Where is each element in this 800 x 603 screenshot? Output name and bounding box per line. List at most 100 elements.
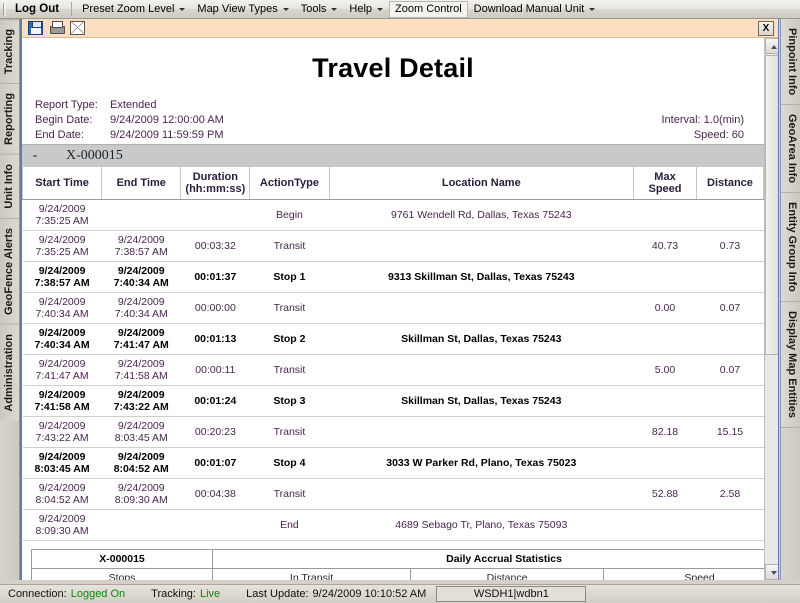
chevron-down-icon[interactable] bbox=[179, 7, 186, 11]
menu-item-tools[interactable]: Tools bbox=[295, 1, 344, 18]
column-header-distance[interactable]: Distance bbox=[695, 167, 764, 200]
menu-item-map-view-types[interactable]: Map View Types bbox=[191, 1, 294, 18]
menu-item-zoom-control[interactable]: Zoom Control bbox=[389, 0, 468, 18]
table-row[interactable]: 9/24/2009 8:04:52 AM 9/24/2009 8:09:30 AM 00… bbox=[22, 478, 764, 510]
table-body: 9/24/2009 7:35:25 AM Begin 9761 Wendell Rd,… bbox=[22, 199, 764, 541]
tab-label: GeoFence Alerts bbox=[3, 227, 15, 315]
app-frame: Tracking Reporting Unit Info GeoFence Alert… bbox=[0, 19, 800, 603]
table-row[interactable]: 9/24/2009 7:35:25 AM 9/24/2009 7:38:57 AM 00… bbox=[22, 230, 764, 262]
tracking-label: Tracking: bbox=[151, 588, 196, 600]
session-indicator: WSDH1|wdbn1 bbox=[436, 586, 587, 602]
sidebar-tab-pinpoint-info[interactable]: Pinpoint Info bbox=[781, 19, 800, 106]
table-row[interactable]: 9/24/2009 8:03:45 AM 9/24/2009 8:04:52 AM 00… bbox=[22, 447, 764, 479]
table-row[interactable]: 9/24/2009 7:43:22 AM 9/24/2009 8:03:45 AM 00… bbox=[22, 416, 764, 448]
cell-action-type: Begin bbox=[249, 199, 330, 231]
column-header-start-time[interactable]: Start Time bbox=[22, 167, 103, 200]
tab-label: Unit Info bbox=[3, 164, 15, 209]
cell-end-time: 9/24/2009 7:40:34 AM bbox=[101, 292, 181, 324]
table-row[interactable]: 9/24/2009 7:40:34 AM 9/24/2009 7:40:34 AM 00… bbox=[22, 292, 764, 324]
table-row[interactable]: 9/24/2009 7:35:25 AM Begin 9761 Wendell Rd,… bbox=[22, 199, 764, 231]
chevron-down-icon[interactable] bbox=[331, 7, 338, 11]
tab-label: Reporting bbox=[3, 93, 15, 146]
table-row[interactable]: 9/24/2009 7:41:58 AM 9/24/2009 7:43:22 AM 00… bbox=[22, 385, 764, 417]
cell-start-time: 9/24/2009 7:40:34 AM bbox=[22, 292, 102, 324]
scrollbar-thumb[interactable] bbox=[765, 55, 778, 355]
cell-duration: 00:00:11 bbox=[180, 354, 250, 386]
left-module-tabs: Tracking Reporting Unit Info GeoFence Alert… bbox=[0, 19, 20, 580]
cell-end-time: 9/24/2009 8:04:52 AM bbox=[101, 447, 181, 479]
scroll-down-icon[interactable] bbox=[765, 564, 778, 580]
log-out-button[interactable]: Log Out bbox=[9, 1, 67, 18]
sidebar-tab-entity-group-info[interactable]: Entity Group Info bbox=[781, 193, 800, 303]
sidebar-tab-geofence-alerts[interactable]: GeoFence Alerts bbox=[0, 217, 19, 324]
sidebar-tab-display-map-entities[interactable]: Display Map Entities bbox=[781, 302, 800, 429]
cell-distance bbox=[696, 261, 764, 293]
cell-duration: 00:00:00 bbox=[180, 292, 250, 324]
menu-item-label: Preset Zoom Level bbox=[82, 3, 175, 15]
meta-key: Begin Date: bbox=[35, 114, 93, 126]
meta-row: End Date: 9/24/2009 11:59:59 PM bbox=[35, 128, 224, 143]
sidebar-tab-reporting[interactable]: Reporting bbox=[0, 83, 19, 155]
cell-distance bbox=[696, 447, 764, 479]
stats-body: X-000015 Daily Accrual Statistics Stops In … bbox=[30, 549, 764, 580]
cell-location-name bbox=[329, 354, 634, 386]
cell-distance: 2.58 bbox=[696, 478, 764, 510]
status-bar: Connection: Logged On Tracking: Live Las… bbox=[0, 584, 800, 603]
menu-item-download-manual-unit[interactable]: Download Manual Unit bbox=[468, 1, 602, 18]
chevron-down-icon[interactable] bbox=[589, 7, 596, 11]
menu-item-preset-zoom-level[interactable]: Preset Zoom Level bbox=[76, 1, 191, 18]
column-header-max[interactable]: Max Speed bbox=[633, 167, 697, 200]
main-menubar: Log Out Preset Zoom Level Map View Types T… bbox=[0, 0, 800, 19]
cell-end-time bbox=[101, 509, 181, 541]
table-row[interactable]: 9/24/2009 7:40:34 AM 9/24/2009 7:41:47 AM 00… bbox=[22, 323, 764, 355]
sidebar-tab-administration[interactable]: Administration bbox=[0, 323, 19, 421]
table-row[interactable]: 9/24/2009 8:09:30 AM End 4689 Sebago Tr, Pl… bbox=[22, 509, 764, 541]
print-icon[interactable] bbox=[49, 21, 65, 35]
tab-label: Pinpoint Info bbox=[786, 28, 798, 96]
column-header-end-time[interactable]: End Time bbox=[101, 167, 182, 200]
meta-right-line: Interval: 1.0(min) bbox=[661, 114, 744, 126]
tab-label: GeoArea Info bbox=[786, 114, 798, 184]
menubar-grip[interactable] bbox=[3, 2, 6, 16]
stats-title: Daily Accrual Statistics bbox=[212, 549, 764, 569]
chevron-down-icon[interactable] bbox=[377, 7, 384, 11]
cell-start-time: 9/24/2009 7:41:47 AM bbox=[22, 354, 102, 386]
stats-title-row: X-000015 Daily Accrual Statistics bbox=[30, 549, 764, 569]
stats-unit-id: X-000015 bbox=[30, 549, 214, 569]
save-icon[interactable] bbox=[28, 21, 43, 35]
menu-item-label: Map View Types bbox=[197, 3, 278, 15]
cell-max-speed: 40.73 bbox=[633, 230, 697, 262]
cell-distance: 0.73 bbox=[696, 230, 764, 262]
column-header-location-name[interactable]: Location Name bbox=[328, 167, 635, 200]
cell-end-time: 9/24/2009 7:41:58 AM bbox=[101, 354, 181, 386]
menu-item-help[interactable]: Help bbox=[343, 1, 389, 18]
meta-value: 9/24/2009 12:00:00 AM bbox=[110, 114, 224, 126]
vertical-scrollbar[interactable] bbox=[764, 38, 778, 580]
cell-location-name: 4689 Sebago Tr, Plano, Texas 75093 bbox=[329, 509, 634, 541]
column-header-duration[interactable]: Duration (hh:mm:ss) bbox=[180, 167, 251, 200]
cell-location-name bbox=[329, 230, 634, 262]
last-update-status: Last Update: 9/24/2009 10:10:52 AM bbox=[246, 588, 426, 600]
close-icon[interactable]: X bbox=[758, 21, 774, 36]
cell-distance bbox=[696, 385, 764, 417]
cell-max-speed bbox=[633, 385, 697, 417]
cell-start-time: 9/24/2009 7:38:57 AM bbox=[22, 261, 102, 293]
report-pane: X Travel Detail Report Type: Extended Begi… bbox=[20, 19, 779, 580]
table-row[interactable]: 9/24/2009 7:41:47 AM 9/24/2009 7:41:58 AM 00… bbox=[22, 354, 764, 386]
scroll-up-icon[interactable] bbox=[765, 38, 778, 54]
meta-value: Extended bbox=[110, 99, 157, 111]
mail-icon[interactable] bbox=[70, 21, 85, 35]
sidebar-tab-tracking[interactable]: Tracking bbox=[0, 19, 19, 84]
cell-action-type: Stop 2 bbox=[249, 323, 330, 355]
meta-value: 9/24/2009 11:59:59 PM bbox=[110, 129, 224, 141]
page-title: Travel Detail bbox=[312, 53, 474, 83]
table-row[interactable]: 9/24/2009 7:38:57 AM 9/24/2009 7:40:34 AM 00… bbox=[22, 261, 764, 293]
sidebar-tab-unit-info[interactable]: Unit Info bbox=[0, 154, 19, 218]
column-header-actiontype[interactable]: ActionType bbox=[249, 167, 330, 200]
cell-location-name: 9313 Skillman St, Dallas, Texas 75243 bbox=[329, 261, 634, 293]
cell-start-time: 9/24/2009 7:35:25 AM bbox=[22, 199, 102, 231]
group-collapse-toggle[interactable]: - bbox=[22, 148, 48, 164]
sidebar-tab-geoarea-info[interactable]: GeoArea Info bbox=[781, 105, 800, 194]
tracking-value: Live bbox=[199, 588, 221, 600]
chevron-down-icon[interactable] bbox=[282, 7, 289, 11]
